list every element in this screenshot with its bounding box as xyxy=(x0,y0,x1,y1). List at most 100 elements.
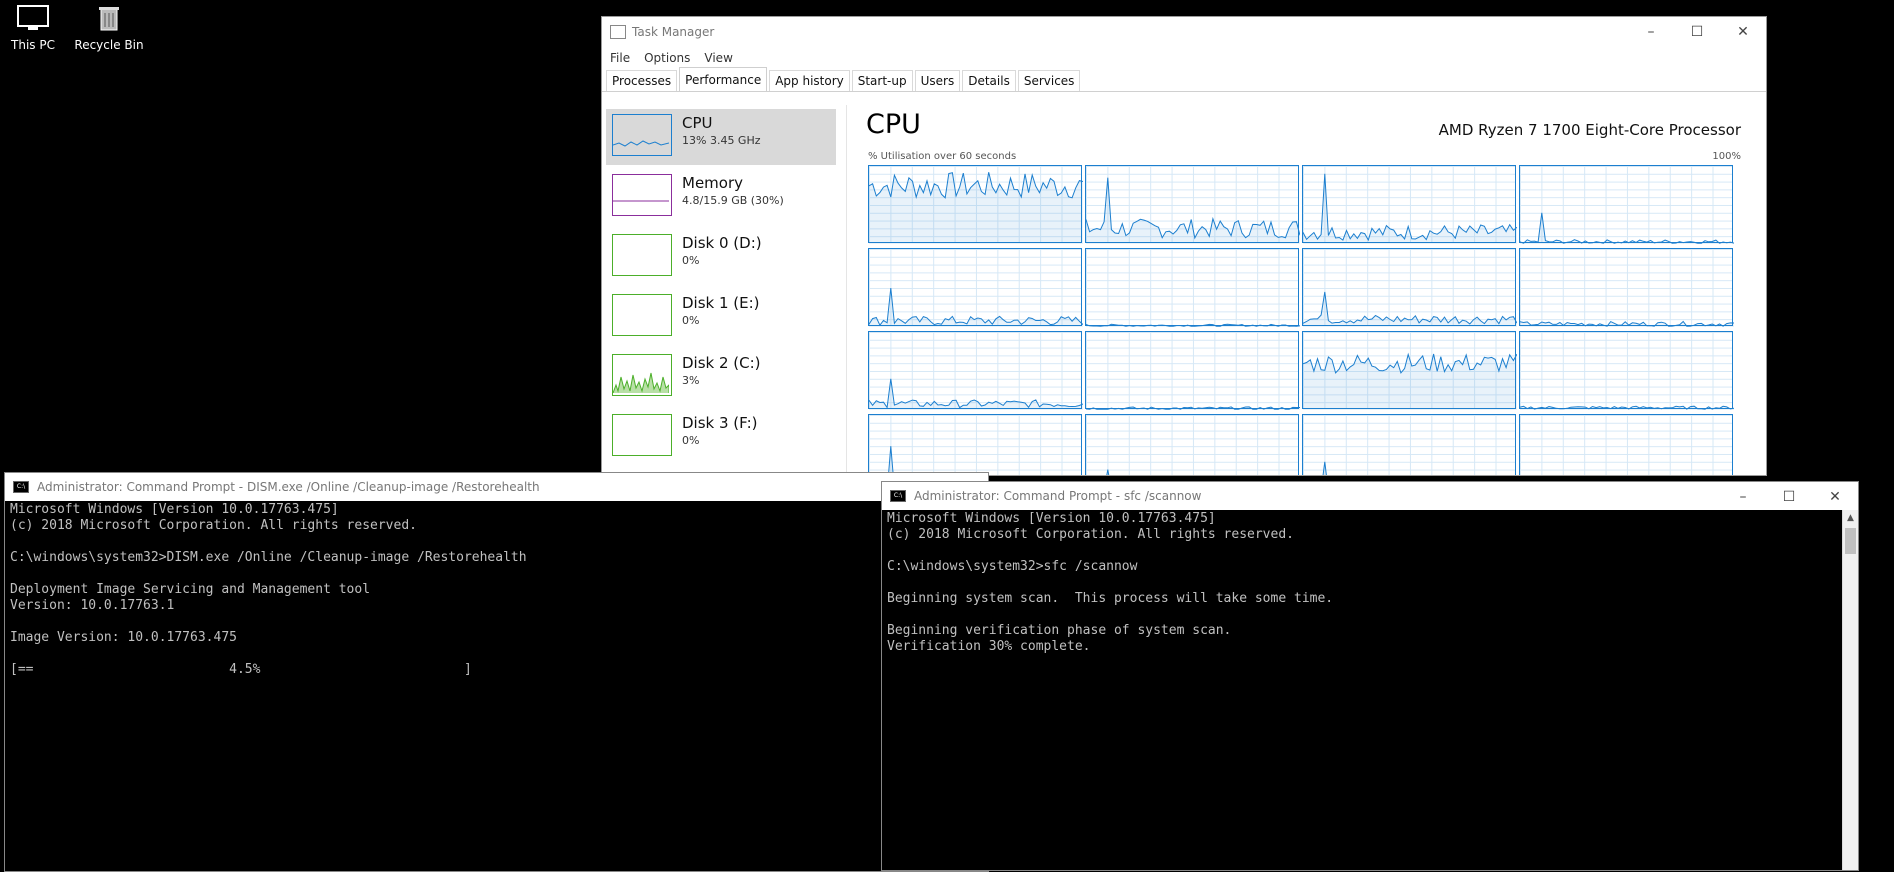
menu-options[interactable]: Options xyxy=(644,51,690,65)
tab-processes[interactable]: Processes xyxy=(606,70,678,91)
desktop-icon-label: Recycle Bin xyxy=(74,38,144,52)
resource-name: Disk 2 (C:) xyxy=(682,354,761,372)
console-line: Beginning verification phase of system s… xyxy=(887,623,1232,638)
vertical-scrollbar[interactable]: ▲ xyxy=(1842,510,1858,870)
console-icon: C:\ xyxy=(890,490,906,502)
maximize-button[interactable]: ☐ xyxy=(1674,17,1720,47)
resource-list: CPU 13% 3.45 GHz Memory 4.8/15.9 GB (30%… xyxy=(602,105,840,475)
minimize-button[interactable]: – xyxy=(1720,482,1766,512)
tab-app-history[interactable]: App history xyxy=(769,70,850,91)
monitor-icon xyxy=(16,4,50,32)
logical-processor-graph xyxy=(868,248,1083,327)
console-output[interactable]: Microsoft Windows [Version 10.0.17763.47… xyxy=(882,510,1858,656)
utilisation-line xyxy=(1303,352,1517,410)
pane-divider[interactable] xyxy=(846,105,847,475)
console-line: C:\windows\system32>DISM.exe /Online /Cl… xyxy=(10,550,527,565)
task-manager-window: Task Manager – ☐ ✕ File Options View Pro… xyxy=(601,16,1767,476)
console-line: Verification 30% complete. xyxy=(887,639,1091,654)
tab-start-up[interactable]: Start-up xyxy=(851,70,913,91)
resource-value: 0% xyxy=(682,254,700,267)
cmd-window-sfc: C:\ Administrator: Command Prompt - sfc … xyxy=(881,481,1859,871)
resource-value: 0% xyxy=(682,314,700,327)
desktop-icon-label: This PC xyxy=(11,38,55,52)
console-line: Deployment Image Servicing and Managemen… xyxy=(10,582,371,597)
window-title: Administrator: Command Prompt - DISM.exe… xyxy=(37,480,540,494)
resource-name: Disk 1 (E:) xyxy=(682,294,760,312)
utilisation-line xyxy=(1322,461,1327,475)
cmd-window-dism: C:\ Administrator: Command Prompt - DISM… xyxy=(4,472,989,872)
resource-item-disk-3[interactable]: Disk 3 (F:) 0% xyxy=(606,409,836,465)
cpu-detail-panel: CPU AMD Ryzen 7 1700 Eight-Core Processo… xyxy=(864,109,1741,475)
title-bar[interactable]: C:\ Administrator: Command Prompt - sfc … xyxy=(882,482,1858,510)
utilisation-line xyxy=(869,172,1083,244)
maximize-button[interactable]: ☐ xyxy=(1766,482,1812,512)
resource-item-disk-2[interactable]: Disk 2 (C:) 3% xyxy=(606,349,836,405)
tab-details[interactable]: Details xyxy=(962,70,1016,91)
utilisation-line xyxy=(869,378,1083,410)
utilisation-line xyxy=(1520,320,1734,327)
logical-processor-graph xyxy=(868,331,1083,410)
desktop-icon-recycle-bin[interactable]: Recycle Bin xyxy=(64,4,154,52)
utilisation-line xyxy=(869,287,1083,327)
console-line: Beginning system scan. This process will… xyxy=(887,591,1334,606)
logical-processor-graph xyxy=(868,165,1083,244)
logical-processor-graph xyxy=(1519,248,1734,327)
resource-item-memory[interactable]: Memory 4.8/15.9 GB (30%) xyxy=(606,169,836,225)
resource-item-disk-0[interactable]: Disk 0 (D:) 0% xyxy=(606,229,836,285)
resource-name: Disk 3 (F:) xyxy=(682,414,758,432)
logical-processor-graph xyxy=(1085,414,1299,475)
utilisation-max-label: 100% xyxy=(1712,151,1741,162)
tab-performance[interactable]: Performance xyxy=(679,67,768,91)
utilisation-line xyxy=(887,446,894,475)
console-line: Version: 10.0.17763.1 xyxy=(10,598,175,613)
menu-file[interactable]: File xyxy=(610,51,630,65)
minimize-button[interactable]: – xyxy=(1628,17,1674,47)
utilisation-line xyxy=(1106,469,1110,475)
console-line: (c) 2018 Microsoft Corporation. All righ… xyxy=(10,518,417,533)
utilisation-line xyxy=(1086,177,1300,244)
title-bar[interactable]: Task Manager – ☐ ✕ xyxy=(602,17,1766,47)
utilisation-line xyxy=(1520,415,1734,476)
tab-strip: Processes Performance App history Start-… xyxy=(602,67,1766,92)
scrollbar-thumb[interactable] xyxy=(1845,528,1856,554)
logical-processor-graph xyxy=(1302,331,1517,410)
logical-processor-graph xyxy=(1302,165,1517,244)
console-output[interactable]: Microsoft Windows [Version 10.0.17763.47… xyxy=(5,501,988,679)
close-button[interactable]: ✕ xyxy=(1812,482,1858,512)
resource-name: Memory xyxy=(682,174,744,192)
utilisation-line xyxy=(1520,212,1734,244)
disk-thumbnail-graph xyxy=(612,354,672,396)
resource-item-disk-1[interactable]: Disk 1 (E:) 0% xyxy=(606,289,836,345)
logical-processor-graph xyxy=(1085,248,1300,327)
console-line: Image Version: 10.0.17763.475 xyxy=(10,630,237,645)
menu-view[interactable]: View xyxy=(704,51,732,65)
resource-value: 0% xyxy=(682,434,700,447)
tab-services[interactable]: Services xyxy=(1017,70,1081,91)
tab-users[interactable]: Users xyxy=(914,70,961,91)
close-button[interactable]: ✕ xyxy=(1720,17,1766,47)
utilisation-line xyxy=(1086,323,1300,327)
utilisation-line xyxy=(1520,405,1734,410)
console-icon: C:\ xyxy=(13,481,29,493)
disk-thumbnail-graph xyxy=(612,234,672,276)
disk-thumbnail-graph xyxy=(612,414,672,456)
window-title: Task Manager xyxy=(632,25,715,39)
title-bar[interactable]: C:\ Administrator: Command Prompt - DISM… xyxy=(5,473,988,501)
console-line: Microsoft Windows [Version 10.0.17763.47… xyxy=(887,511,1216,526)
memory-thumbnail-graph xyxy=(612,174,672,216)
utilisation-line xyxy=(1303,173,1517,244)
console-line: C:\windows\system32>sfc /scannow xyxy=(887,559,1138,574)
resource-item-cpu[interactable]: CPU 13% 3.45 GHz xyxy=(606,109,836,165)
logical-processor-graph xyxy=(1302,414,1516,475)
console-line: (c) 2018 Microsoft Corporation. All righ… xyxy=(887,527,1294,542)
window-title: Administrator: Command Prompt - sfc /sca… xyxy=(914,489,1202,503)
logical-processor-graph xyxy=(1085,331,1300,410)
logical-processor-graph xyxy=(1302,248,1517,327)
scroll-up-arrow-icon[interactable]: ▲ xyxy=(1843,510,1858,526)
